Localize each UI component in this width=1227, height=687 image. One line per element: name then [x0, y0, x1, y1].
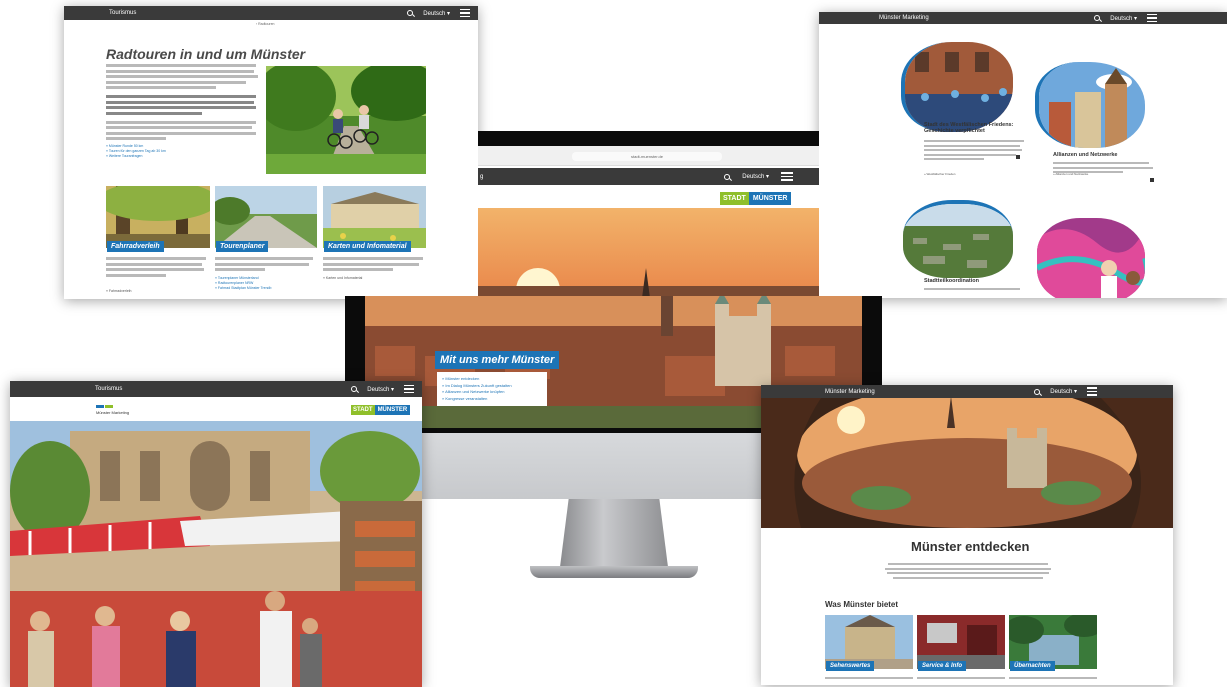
page-title: Radtouren in und um Münster: [106, 46, 306, 62]
card-fahrradverleih-image[interactable]: [106, 186, 210, 248]
hero-link[interactable]: » Kongresse veranstalten: [442, 396, 542, 403]
topbar-actions: Deutsch ▾: [407, 8, 470, 18]
arrow-icon[interactable]: [1150, 178, 1154, 182]
logo-muenster: MÜNSTER: [748, 192, 792, 205]
logo-text: Münster Marketing: [96, 410, 130, 415]
card-text: [924, 140, 1024, 163]
card-title: Stadtteilkoordination: [924, 278, 979, 284]
card-text-row: [825, 677, 1097, 682]
market-photo: [10, 421, 422, 687]
section-title: Was Münster bietet: [825, 600, 899, 609]
card-text: [106, 257, 206, 279]
card-title: Allianzen und Netzwerke: [1053, 152, 1118, 158]
intro-text: [106, 64, 260, 146]
search-icon[interactable]: [724, 173, 731, 180]
menu-icon[interactable]: [404, 384, 414, 394]
hero-sunset-image: [478, 208, 819, 298]
brand-label[interactable]: g: [480, 174, 483, 180]
logo-bars-icon: [96, 405, 129, 408]
card-links: » Tourenplaner Münsterland » Radtourenpl…: [215, 276, 271, 291]
card-link[interactable]: » Fahrradverleih: [106, 289, 131, 294]
menu-icon[interactable]: [1147, 13, 1157, 23]
topbar-actions: Deutsch ▾: [351, 384, 414, 394]
topbar: Münster Marketing Deutsch ▾: [761, 385, 1173, 398]
menu-icon[interactable]: [460, 8, 470, 18]
logo-muenster: MÜNSTER: [374, 405, 411, 415]
arrow-icon[interactable]: [1016, 155, 1020, 159]
marketing-logo[interactable]: Münster Marketing: [96, 405, 129, 415]
brand-label[interactable]: Münster Marketing: [879, 15, 929, 21]
intro-text: [883, 563, 1053, 581]
card-text: [924, 288, 1024, 293]
card-label[interactable]: Übernachten: [1010, 661, 1055, 671]
card-text: [323, 257, 423, 274]
brand-label[interactable]: Tourismus: [95, 386, 122, 392]
hero-tag[interactable]: Mit uns mehr Münster: [435, 351, 560, 369]
topbar-actions: Deutsch ▾: [724, 172, 793, 181]
language-select[interactable]: Deutsch ▾: [1110, 15, 1137, 22]
stadt-logo[interactable]: STADT MÜNSTER: [351, 405, 411, 415]
language-select[interactable]: Deutsch ▾: [742, 173, 769, 180]
card-link[interactable]: » Allianzen und Netzwerke: [1053, 172, 1088, 177]
browser-chrome: stadt-muenster.de: [478, 146, 819, 166]
search-icon[interactable]: [351, 386, 358, 392]
tour-link[interactable]: » Weitere Touranfragen: [106, 154, 166, 159]
language-select[interactable]: Deutsch ▾: [423, 10, 450, 17]
monitor-stand: [560, 499, 668, 567]
topbar: Tourismus Deutsch ▾: [64, 6, 478, 20]
page-title: Münster entdecken: [911, 539, 1030, 554]
graffiti-blob-image[interactable]: [1037, 218, 1145, 298]
card-label[interactable]: Karten und Infomaterial: [324, 241, 411, 252]
topbar: Münster Marketing Deutsch ▾: [819, 12, 1227, 24]
card-link[interactable]: » Fahrrad Stadtplan Münster Trendb: [215, 286, 271, 291]
panel-muenster-entdecken: Münster Marketing Deutsch ▾ Münster entd…: [761, 385, 1173, 685]
brand-label[interactable]: Münster Marketing: [825, 389, 875, 395]
cyclists-photo: [266, 66, 426, 174]
hero-lookout-image: [761, 398, 1173, 528]
district-blob-image[interactable]: [903, 200, 1013, 278]
history-blob-image[interactable]: [901, 42, 1013, 132]
monitor-top-bezel: [478, 131, 819, 146]
panel-main-site: stadt-muenster.de g Deutsch ▾ STADT MÜNS…: [478, 146, 819, 298]
tour-links: » Münster Runde 50 km » Touren für den g…: [106, 144, 166, 159]
card-karten-image[interactable]: [323, 186, 426, 248]
card-label[interactable]: Sehenswertes: [826, 661, 875, 671]
language-select[interactable]: Deutsch ▾: [1050, 388, 1077, 395]
panel-radtouren: Tourismus Deutsch ▾ › Radtouren Radtoure…: [64, 6, 478, 299]
hero-links-box: » Münster entdecken » Im Dialog Münsters…: [437, 372, 547, 406]
search-icon[interactable]: [407, 10, 414, 16]
brand-label[interactable]: Tourismus: [109, 10, 136, 16]
breadcrumb[interactable]: › Radtouren: [256, 22, 274, 26]
card-text: [215, 257, 315, 274]
card-title: Stadt des Westfälischen Friedens: Geschi…: [924, 122, 1014, 134]
topbar: Tourismus Deutsch ▾: [10, 381, 422, 397]
address-bar[interactable]: stadt-muenster.de: [572, 152, 722, 161]
language-select[interactable]: Deutsch ▾: [367, 386, 394, 393]
monitor-foot: [530, 566, 698, 578]
card-link[interactable]: » Westfälischer Frieden: [924, 172, 955, 177]
card-link[interactable]: » Karten und Infomaterial: [323, 276, 362, 281]
topbar-actions: Deutsch ▾: [1094, 13, 1157, 23]
card-tourenplaner-image[interactable]: [215, 186, 317, 248]
panel-muenster-marketing: Münster Marketing Deutsch ▾ Stadt des We…: [819, 12, 1227, 298]
search-icon[interactable]: [1034, 388, 1041, 395]
menu-icon[interactable]: [781, 172, 793, 181]
hero-links: » Münster entdecken » Im Dialog Münsters…: [442, 376, 542, 402]
topbar-actions: Deutsch ▾: [1034, 387, 1097, 396]
card-label[interactable]: Tourenplaner: [216, 241, 269, 252]
topbar: g Deutsch ▾: [478, 168, 819, 185]
search-icon[interactable]: [1094, 15, 1101, 21]
menu-icon[interactable]: [1087, 387, 1097, 396]
stadt-logo[interactable]: STADT MÜNSTER: [720, 192, 792, 205]
logo-stadt: STADT: [720, 192, 749, 205]
card-label[interactable]: Fahrradverleih: [107, 241, 164, 252]
card-label[interactable]: Service & Info: [918, 661, 967, 671]
alliances-blob-image[interactable]: [1035, 62, 1145, 148]
logo-stadt: STADT: [351, 405, 375, 415]
panel-market: Tourismus Deutsch ▾ Münster Marketing ST…: [10, 381, 422, 687]
